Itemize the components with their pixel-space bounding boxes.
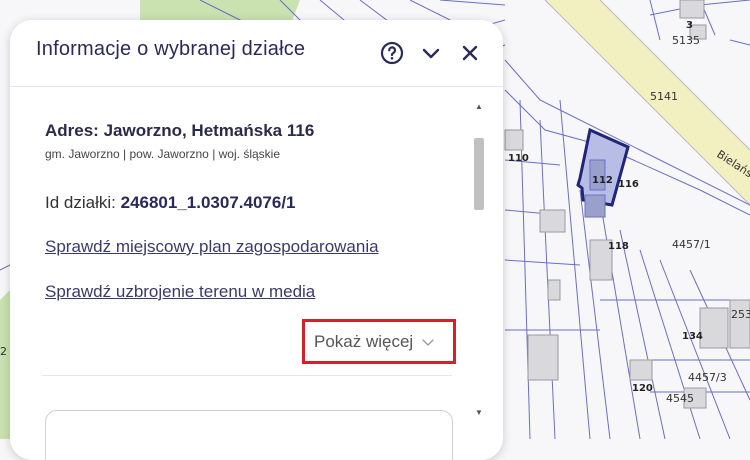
plot-label: 118 [608, 241, 629, 252]
plot-label: 2 [0, 345, 7, 358]
help-circle-icon [380, 41, 404, 65]
scroll-down-icon[interactable]: ▼ [474, 408, 484, 417]
panel-title: Informacje o wybranej działce [36, 38, 306, 60]
plot-label: 4457/3 [688, 371, 727, 384]
panel-header: Informacje o wybranej działce [10, 20, 503, 87]
scrollbar-thumb[interactable] [474, 138, 484, 210]
plot-label: 110 [508, 153, 529, 164]
plot-label: 253 [731, 308, 750, 321]
panel-content: Adres: Jaworzno, Hetmańska 116 gm. Jawor… [10, 87, 480, 460]
zoning-plan-link[interactable]: Sprawdź miejscowy plan zagospodarowania [45, 237, 379, 257]
scroll-up-icon[interactable]: ▲ [474, 102, 484, 111]
divider [42, 375, 452, 376]
parcel-id-label: Id działki: [45, 193, 116, 212]
plot-label: 5135 [672, 34, 700, 47]
plot-label: 120 [632, 383, 653, 394]
address-label: Adres: Jaworzno, Hetmańska 116 [45, 121, 315, 140]
collapse-button[interactable] [418, 40, 444, 66]
close-icon [462, 45, 478, 61]
scrollbar[interactable]: ▲ ▼ [472, 100, 486, 420]
section-card[interactable] [45, 410, 453, 460]
parcel-info-panel: Informacje o wybranej działce Adres: Jaw… [10, 20, 503, 460]
plot-label: 5141 [650, 90, 678, 103]
show-more-button[interactable]: Pokaż więcej [302, 319, 456, 364]
plot-label: 3 [686, 20, 693, 31]
chevron-down-icon [422, 338, 434, 346]
parcel-id-row: Id działki: 246801_1.0307.4076/1 [45, 193, 296, 213]
show-more-label: Pokaż więcej [314, 331, 414, 351]
chevron-down-icon [422, 48, 440, 59]
plot-label: 4457/1 [672, 238, 711, 251]
plot-label: 4545 [666, 392, 694, 405]
utilities-link[interactable]: Sprawdź uzbrojenie terenu w media [45, 282, 315, 302]
green-area [0, 290, 10, 439]
plot-label: 134 [682, 331, 703, 342]
plot-label: 112 [592, 175, 613, 186]
help-button[interactable] [379, 40, 405, 66]
admin-units: gm. Jaworzno | pow. Jaworzno | woj. śląs… [45, 147, 280, 161]
plot-label: 116 [618, 179, 639, 190]
close-button[interactable] [457, 40, 483, 66]
parcel-id-value: 246801_1.0307.4076/1 [120, 193, 296, 212]
